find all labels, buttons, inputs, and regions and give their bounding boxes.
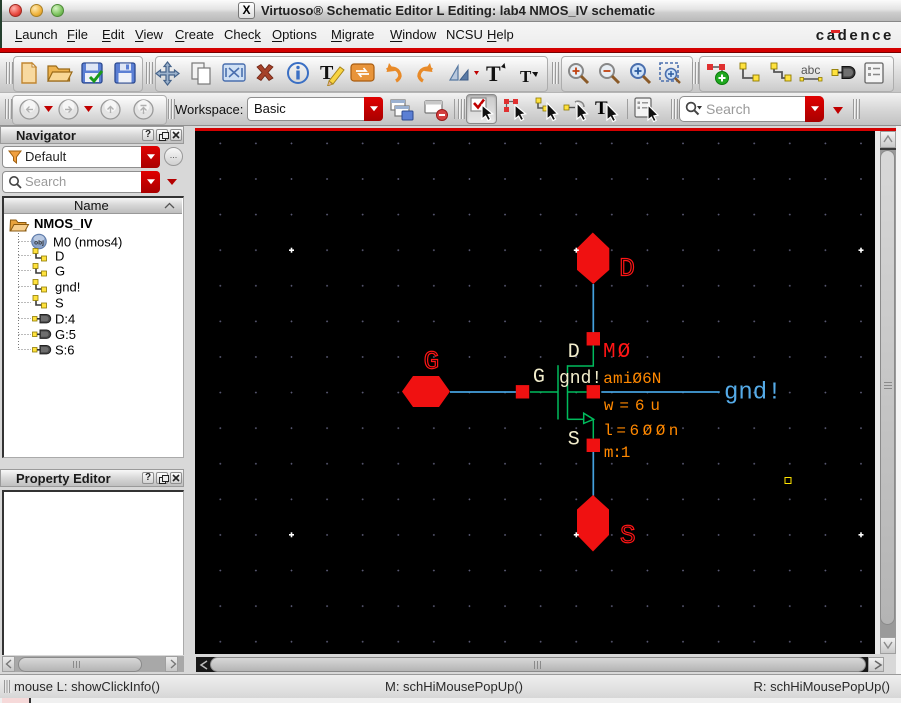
svg-text:G: G [424,346,440,376]
svg-text:D:4: D:4 [55,312,75,327]
svg-text:M0 (nmos4): M0 (nmos4) [53,235,122,250]
svg-text:m:1: m:1 [604,444,630,462]
svg-text:amiØ6N: amiØ6N [603,370,661,388]
svg-text:gnd!: gnd! [55,280,80,295]
svg-text:w=6u: w=6u [604,397,666,415]
svg-text:l=6ØØn: l=6ØØn [603,422,682,440]
svg-text:gnd!: gnd! [559,369,602,389]
svg-text:NMOS_IV: NMOS_IV [34,216,93,231]
svg-text:MØ: MØ [603,341,632,364]
svg-text:D: D [55,249,64,264]
svg-text:D: D [619,254,635,284]
svg-text:G:5: G:5 [55,327,76,342]
svg-text:G: G [55,264,65,279]
svg-text:S: S [620,520,636,550]
svg-text:obj: obj [34,240,44,247]
svg-text:gnd!: gnd! [724,380,782,407]
svg-text:T: T [520,67,532,86]
svg-text:T: T [595,98,608,119]
svg-text:D: D [568,341,580,364]
svg-text:abc: abc [801,63,820,77]
svg-text:S: S [55,296,64,311]
svg-text:G: G [533,366,545,389]
svg-text:T: T [486,61,501,86]
svg-text:S: S [568,429,580,452]
svg-text:S:6: S:6 [55,343,75,358]
